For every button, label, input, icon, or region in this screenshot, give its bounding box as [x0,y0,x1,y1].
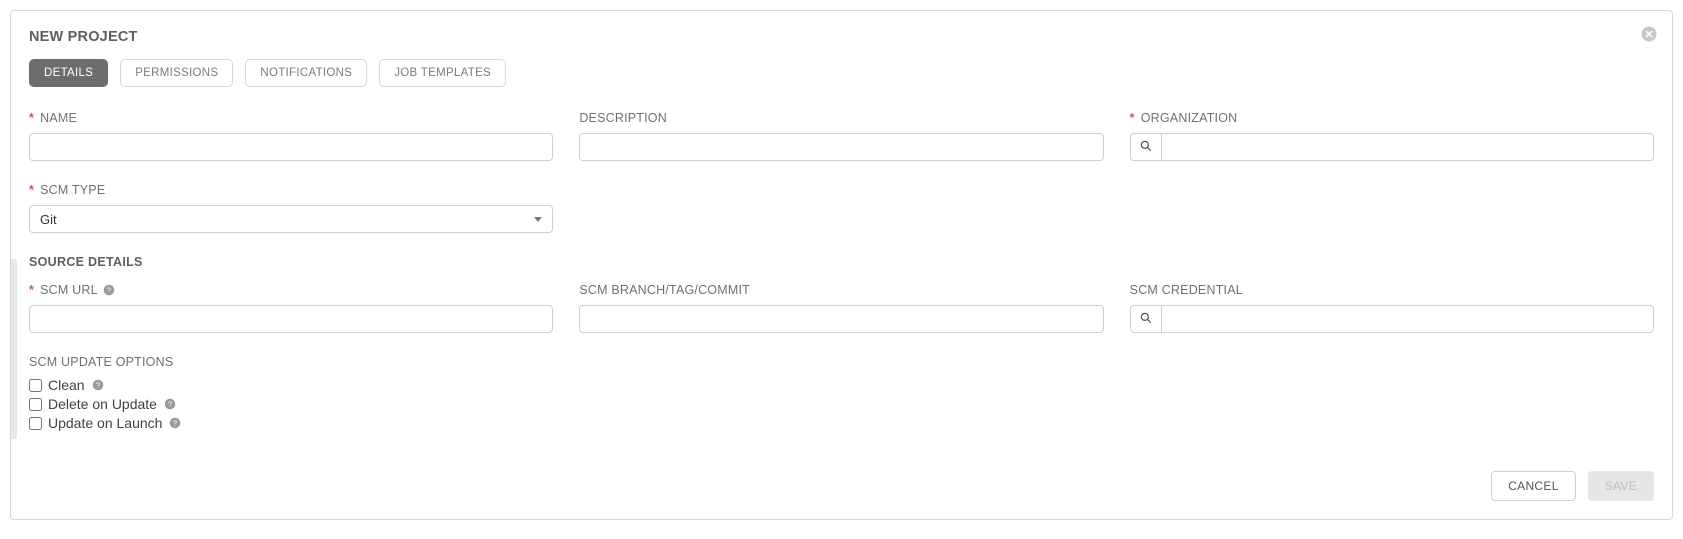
organization-search-button[interactable] [1130,133,1161,161]
tab-job-templates: JOB TEMPLATES [379,59,506,87]
source-details-heading: SOURCE DETAILS [29,255,1654,269]
scm-branch-label: SCM BRANCH/TAG/COMMIT [579,283,1103,297]
organization-label-text: ORGANIZATION [1141,111,1238,125]
search-icon [1139,139,1153,156]
option-clean[interactable]: Clean ? [29,377,1654,393]
svg-text:?: ? [95,381,99,390]
description-field[interactable] [579,133,1103,161]
delete-on-update-label: Delete on Update [48,396,157,412]
new-project-panel: NEW PROJECT DETAILS PERMISSIONS NOTIFICA… [10,10,1673,520]
cancel-button[interactable]: CANCEL [1491,471,1575,501]
help-icon[interactable]: ? [163,397,177,411]
name-label-text: NAME [40,111,77,125]
tab-permissions: PERMISSIONS [120,59,233,87]
help-icon[interactable]: ? [91,378,105,392]
tabs: DETAILS PERMISSIONS NOTIFICATIONS JOB TE… [29,59,1654,87]
svg-text:?: ? [173,419,177,428]
save-button[interactable]: SAVE [1588,471,1654,501]
left-accent-bar [11,259,17,439]
clean-label: Clean [48,377,85,393]
description-label: DESCRIPTION [579,111,1103,125]
close-icon[interactable] [1640,25,1658,43]
svg-text:?: ? [168,400,172,409]
tab-details[interactable]: DETAILS [29,59,108,87]
scm-url-label-text: SCM URL [40,283,98,297]
help-icon[interactable]: ? [168,416,182,430]
scm-url-field[interactable] [29,305,553,333]
name-label: *NAME [29,111,553,125]
scm-url-label: *SCM URL ? [29,283,553,297]
scm-update-options-label: SCM UPDATE OPTIONS [29,355,1654,369]
chevron-down-icon [534,217,542,222]
clean-checkbox[interactable] [29,379,42,392]
update-on-launch-label: Update on Launch [48,415,162,431]
scm-type-value: Git [40,212,57,227]
scm-branch-field[interactable] [579,305,1103,333]
organization-field[interactable] [1161,133,1654,161]
search-icon [1139,311,1153,328]
scm-credential-label: SCM CREDENTIAL [1130,283,1654,297]
svg-text:?: ? [107,286,111,295]
scm-credential-field[interactable] [1161,305,1654,333]
delete-on-update-checkbox[interactable] [29,398,42,411]
scm-type-label: *SCM TYPE [29,183,553,197]
scm-type-label-text: SCM TYPE [40,183,105,197]
option-delete-on-update[interactable]: Delete on Update ? [29,396,1654,412]
scm-type-select[interactable]: Git [29,205,553,233]
scm-update-options: Clean ? Delete on Update ? Update on Lau… [29,377,1654,431]
page-title: NEW PROJECT [29,29,1654,45]
help-icon[interactable]: ? [102,283,116,297]
tab-notifications: NOTIFICATIONS [245,59,367,87]
option-update-on-launch[interactable]: Update on Launch ? [29,415,1654,431]
scm-credential-search-button[interactable] [1130,305,1161,333]
name-field[interactable] [29,133,553,161]
update-on-launch-checkbox[interactable] [29,417,42,430]
organization-label: *ORGANIZATION [1130,111,1654,125]
